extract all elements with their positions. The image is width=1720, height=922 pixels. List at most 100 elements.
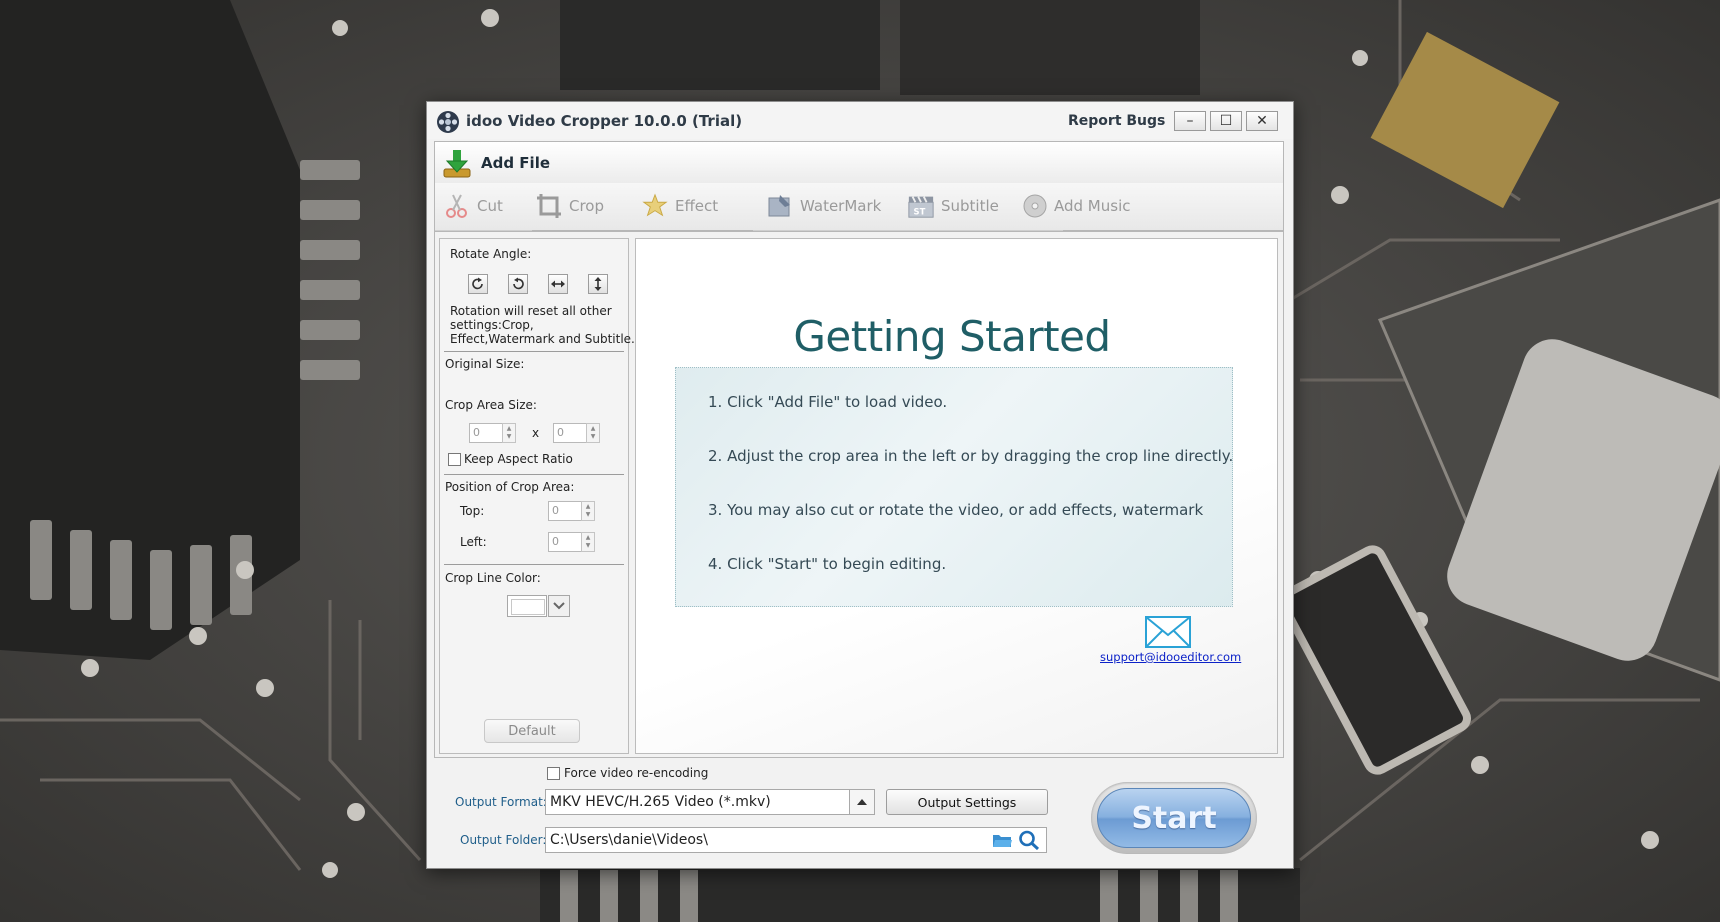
tab-watermark-label: WaterMark bbox=[800, 197, 882, 215]
start-button[interactable]: Start bbox=[1097, 788, 1251, 848]
app-window: idoo Video Cropper 10.0.0 (Trial) Report… bbox=[426, 101, 1294, 869]
output-format-select[interactable]: MKV HEVC/H.265 Video (*.mkv) bbox=[545, 789, 875, 815]
original-size-label: Original Size: bbox=[445, 357, 525, 371]
rotation-note: settings:Crop, bbox=[450, 318, 534, 332]
rotation-note: Rotation will reset all other bbox=[450, 304, 612, 318]
maximize-icon: ☐ bbox=[1219, 113, 1233, 129]
film-reel-icon bbox=[437, 111, 459, 133]
spinner-arrows-icon[interactable]: ▲ ▼ bbox=[581, 532, 595, 552]
force-reencode-checkbox[interactable] bbox=[547, 767, 560, 780]
output-settings-button[interactable]: Output Settings bbox=[886, 789, 1048, 815]
add-file-button[interactable]: Add File bbox=[441, 147, 550, 179]
flip-vertical-button[interactable] bbox=[588, 274, 608, 294]
scissors-icon bbox=[443, 192, 471, 220]
keep-aspect-ratio-label: Keep Aspect Ratio bbox=[464, 452, 573, 466]
output-folder-value: C:\Users\danie\Videos\ bbox=[550, 832, 708, 848]
crop-height-value: 0 bbox=[557, 426, 564, 439]
tab-crop-label: Crop bbox=[569, 197, 605, 215]
left-position-value: 0 bbox=[552, 535, 559, 548]
left-label: Left: bbox=[460, 535, 487, 549]
section-divider bbox=[444, 351, 624, 352]
rotate-counterclockwise-icon bbox=[513, 277, 524, 290]
download-add-icon bbox=[443, 150, 471, 178]
main-toolbar: Add File bbox=[434, 141, 1284, 183]
crop-settings-panel: Rotate Angle: Rotation will reset all ot… bbox=[439, 238, 635, 754]
report-bugs-link[interactable]: Report Bugs bbox=[1068, 113, 1165, 129]
tab-cut[interactable]: Cut bbox=[443, 183, 503, 229]
folder-icon[interactable] bbox=[992, 832, 1012, 848]
spinner-arrows-icon[interactable]: ▲ ▼ bbox=[586, 423, 600, 443]
music-disc-icon bbox=[1022, 192, 1048, 220]
chevron-down-icon bbox=[553, 602, 565, 610]
chevron-up-icon bbox=[857, 799, 867, 805]
getting-started-panel: Getting Started 1. Click "Add File" to l… bbox=[635, 238, 1278, 754]
tab-subtitle[interactable]: ST Subtitle bbox=[907, 183, 999, 229]
tab-watermark[interactable]: WaterMark bbox=[766, 183, 881, 229]
svg-text:ST: ST bbox=[914, 206, 926, 216]
maximize-button[interactable]: ☐ bbox=[1210, 111, 1242, 131]
instruction-step: 3. You may also cut or rotate the video,… bbox=[708, 501, 1204, 519]
crop-width-spinner[interactable]: 0 ▲ ▼ bbox=[469, 423, 516, 443]
watermark-icon bbox=[766, 192, 794, 220]
crop-width-value: 0 bbox=[473, 426, 480, 439]
section-divider bbox=[444, 564, 624, 565]
output-format-label: Output Format: bbox=[455, 795, 547, 809]
instruction-step: 1. Click "Add File" to load video. bbox=[708, 393, 948, 411]
envelope-icon[interactable] bbox=[1144, 615, 1192, 649]
tab-effect[interactable]: Effect bbox=[641, 183, 718, 229]
minimize-icon: – bbox=[1186, 113, 1194, 129]
output-folder-input[interactable]: C:\Users\danie\Videos\ bbox=[545, 827, 1047, 853]
color-dropdown-button[interactable] bbox=[548, 595, 570, 617]
feature-tabs: Cut Crop Effect WaterMark ST Subtitle Ad… bbox=[434, 183, 1284, 231]
start-button-frame: Start bbox=[1091, 782, 1257, 854]
output-format-value: MKV HEVC/H.265 Video (*.mkv) bbox=[550, 794, 771, 810]
rotation-note: Effect,Watermark and Subtitle. bbox=[450, 332, 635, 346]
flip-horizontal-button[interactable] bbox=[548, 274, 568, 294]
instructions-box: 1. Click "Add File" to load video. 2. Ad… bbox=[675, 367, 1233, 607]
crop-icon bbox=[535, 192, 563, 220]
left-position-spinner[interactable]: 0 ▲ ▼ bbox=[548, 532, 595, 552]
minimize-button[interactable]: – bbox=[1174, 111, 1206, 131]
position-crop-area-label: Position of Crop Area: bbox=[445, 480, 575, 494]
tab-add-music[interactable]: Add Music bbox=[1022, 183, 1131, 229]
force-reencode-label: Force video re-encoding bbox=[564, 766, 709, 780]
keep-aspect-ratio-checkbox[interactable] bbox=[448, 453, 461, 466]
crop-size-separator: x bbox=[532, 426, 540, 440]
search-icon[interactable] bbox=[1018, 830, 1040, 850]
title-bar[interactable]: idoo Video Cropper 10.0.0 (Trial) Report… bbox=[427, 102, 1293, 139]
top-label: Top: bbox=[460, 504, 485, 518]
content-area: Rotate Angle: Rotation will reset all ot… bbox=[434, 231, 1284, 758]
default-button[interactable]: Default bbox=[484, 719, 580, 743]
rotate-counterclockwise-button[interactable] bbox=[508, 274, 528, 294]
spinner-arrows-icon[interactable]: ▲ ▼ bbox=[502, 423, 516, 443]
support-email-link[interactable]: support@idooeditor.com bbox=[1100, 650, 1241, 664]
add-file-label: Add File bbox=[481, 154, 551, 172]
color-swatch bbox=[511, 599, 545, 615]
tab-cut-label: Cut bbox=[477, 197, 503, 215]
crop-area-size-label: Crop Area Size: bbox=[445, 398, 537, 412]
subtitle-clapper-icon: ST bbox=[907, 192, 935, 220]
window-title: idoo Video Cropper 10.0.0 (Trial) bbox=[466, 112, 743, 130]
spinner-arrows-icon[interactable]: ▲ ▼ bbox=[581, 501, 595, 521]
close-button[interactable]: ✕ bbox=[1246, 111, 1278, 131]
instruction-step: 4. Click "Start" to begin editing. bbox=[708, 555, 947, 573]
output-folder-label: Output Folder: bbox=[460, 833, 547, 847]
flip-vertical-icon bbox=[594, 277, 602, 291]
section-divider bbox=[444, 474, 624, 475]
rotate-angle-label: Rotate Angle: bbox=[450, 247, 532, 261]
top-position-spinner[interactable]: 0 ▲ ▼ bbox=[548, 501, 595, 521]
tab-crop[interactable]: Crop bbox=[535, 183, 604, 229]
close-icon: ✕ bbox=[1256, 113, 1268, 129]
effect-star-icon bbox=[641, 192, 669, 220]
top-position-value: 0 bbox=[552, 504, 559, 517]
tab-subtitle-label: Subtitle bbox=[941, 197, 999, 215]
tab-effect-label: Effect bbox=[675, 197, 719, 215]
rotate-clockwise-button[interactable] bbox=[468, 274, 488, 294]
crop-height-spinner[interactable]: 0 ▲ ▼ bbox=[553, 423, 600, 443]
flip-horizontal-icon bbox=[551, 280, 565, 288]
crop-line-color-picker[interactable] bbox=[507, 595, 547, 617]
crop-line-color-label: Crop Line Color: bbox=[445, 571, 541, 585]
tab-add-music-label: Add Music bbox=[1054, 197, 1131, 215]
format-dropdown-button[interactable] bbox=[849, 789, 875, 815]
instruction-step: 2. Adjust the crop area in the left or b… bbox=[708, 447, 1234, 465]
